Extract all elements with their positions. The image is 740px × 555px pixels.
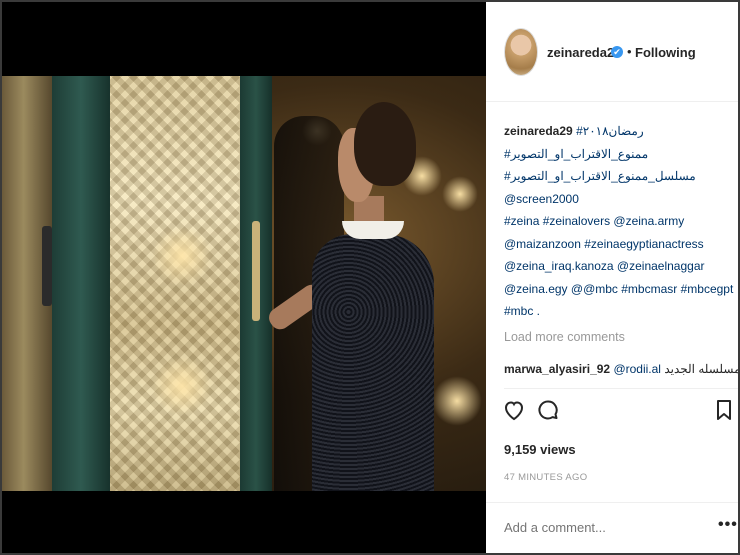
post-timestamp[interactable]: 47 MINUTES AGO <box>504 472 587 483</box>
woman-hair <box>354 102 416 186</box>
bookmark-icon[interactable] <box>714 398 734 422</box>
hashtag-link[interactable]: رمضان٢٠١٨# <box>576 124 644 138</box>
comment-mention[interactable]: @rodii.al <box>613 362 661 376</box>
caption-tags-line[interactable]: #mbc . <box>504 300 732 323</box>
caption-tags-line[interactable]: @zeina.egy @@mbc #mbcmasr #mbcegpt <box>504 278 733 301</box>
caption-tags-line[interactable]: @zeina_iraq.kanoza @zeinaelnaggar <box>504 255 732 278</box>
separator-dot: • <box>627 44 632 59</box>
divider <box>504 388 738 389</box>
comment-icon[interactable] <box>536 398 560 422</box>
caption-tags-line[interactable]: #zeina #zeinalovers @zeina.army <box>504 210 732 233</box>
video-player[interactable] <box>2 2 486 553</box>
comment-username[interactable]: marwa_alyasiri_92 <box>504 362 610 376</box>
door-handle <box>252 221 260 321</box>
bokeh-light <box>152 226 212 286</box>
hashtag-link[interactable]: #ممنوع_الاقتراب_او_التصوير <box>504 143 732 166</box>
video-frame[interactable] <box>2 76 486 491</box>
avatar[interactable] <box>504 28 538 76</box>
following-button[interactable]: Following <box>635 45 696 60</box>
bokeh-light <box>432 376 482 426</box>
post-header: zeinareda29 ✔ • Following <box>486 2 738 102</box>
more-options-icon[interactable]: ••• <box>718 516 738 534</box>
post-caption: zeinareda29 رمضان٢٠١٨# #ممنوع_الاقتراب_ا… <box>504 120 733 323</box>
door-handle <box>42 226 52 306</box>
woman-dress <box>312 234 434 491</box>
post-sidebar: zeinareda29 ✔ • Following zeinareda29 رم… <box>486 2 740 553</box>
door-panel <box>52 76 110 491</box>
heart-icon[interactable] <box>502 398 526 422</box>
add-comment-input[interactable] <box>504 520 704 535</box>
view-count[interactable]: 9,159 views <box>504 442 576 457</box>
woman-collar <box>342 221 404 239</box>
caption-line-1: zeinareda29 رمضان٢٠١٨# <box>504 120 732 143</box>
comment-item: marwa_alyasiri_92 @rodii.al مسلسله الجدي… <box>504 362 740 376</box>
mention-link[interactable]: @screen2000 <box>504 188 732 211</box>
caption-username[interactable]: zeinareda29 <box>504 124 573 138</box>
hashtag-link[interactable]: #مسلسل_ممنوع_الاقتراب_او_التصوير <box>504 165 732 188</box>
bokeh-light <box>152 356 212 416</box>
divider <box>486 502 738 503</box>
verified-badge-icon: ✔ <box>611 46 623 58</box>
caption-tags-line[interactable]: @maizanzoon #zeinaegyptianactress <box>504 233 732 256</box>
bokeh-light <box>442 176 478 212</box>
comment-text: مسلسله الجديد <box>664 362 740 376</box>
load-more-comments-link[interactable]: Load more comments <box>504 330 625 344</box>
